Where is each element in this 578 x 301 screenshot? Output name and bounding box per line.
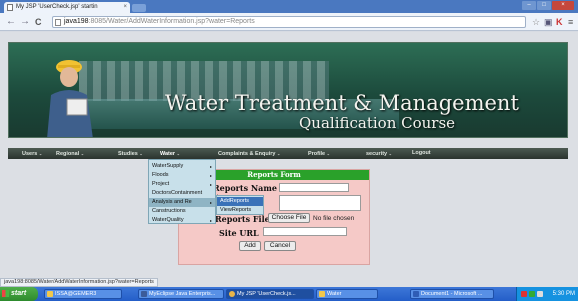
menu-icon[interactable]: ≡ (568, 16, 573, 28)
taskbar-item[interactable]: ISSA@GEMER3 (44, 289, 122, 299)
add-button[interactable]: Add (239, 241, 261, 251)
page-icon (7, 4, 13, 11)
maximize-button[interactable]: □ (537, 1, 551, 10)
menu-item-doctorscontainment[interactable]: DoctorsContainment (149, 189, 215, 198)
menu-users[interactable]: Users ⌄ (22, 148, 42, 159)
network-icon[interactable] (537, 291, 543, 297)
minimize-button[interactable]: – (522, 1, 536, 10)
file-status-text: No file chosen (313, 215, 355, 222)
forward-button[interactable]: → (20, 16, 30, 28)
menu-item-floods[interactable]: Floods ▸ (149, 171, 215, 180)
browser-tab-bar: My JSP 'UserCheck.jsp' startin × – □ × (0, 0, 578, 13)
page-content: Water Treatment & Management Qualificati… (0, 32, 578, 287)
word-icon (413, 291, 419, 297)
engineer-image (47, 60, 93, 137)
taskbar-item-active[interactable]: My JSP 'UserCheck.js... (226, 289, 314, 299)
new-tab-button[interactable] (132, 4, 146, 12)
menu-water[interactable]: Water ⌄ (160, 148, 180, 159)
eclipse-icon (141, 291, 147, 297)
cancel-button[interactable]: Cancel (264, 241, 296, 251)
submenu-item-addreports[interactable]: AddReports (217, 197, 263, 206)
water-dropdown-menu: WaterSupply ▸ Floods ▸ Project ▸ DoctorsCon… (148, 159, 216, 224)
chrome-icon (229, 291, 235, 297)
menu-logout[interactable]: Logout (412, 148, 431, 159)
windows-taskbar: start ISSA@GEMER3 MyEclipse Java Enterpr… (0, 287, 578, 301)
reports-name-input[interactable] (279, 183, 349, 192)
reports-name-label: Reports Name : (213, 183, 283, 193)
extension-icon[interactable]: ▣ (544, 16, 553, 28)
browser-toolbar: ← → C java198:8085/Water/AddWaterInforma… (0, 13, 578, 31)
banner-title: Water Treatment & Management (165, 91, 519, 115)
taskbar-item[interactable]: Document1 - Microsoft ... (410, 289, 494, 299)
page-info-icon (55, 19, 61, 26)
taskbar-item[interactable]: MyEclipse Java Enterpris... (138, 289, 224, 299)
reload-button[interactable]: C (35, 16, 42, 28)
tab-close-icon[interactable]: × (123, 2, 127, 13)
system-tray: 5:30 PM (516, 287, 578, 301)
menu-item-project[interactable]: Project ▸ (149, 180, 215, 189)
submenu-item-viewreports[interactable]: ViewReports (217, 206, 263, 215)
url-host: java198 (64, 18, 89, 25)
menu-item-constructions[interactable]: Canstructions (149, 207, 215, 216)
tray-icon[interactable] (529, 291, 535, 297)
status-bar: java198:8085/Water/AddWaterInformation.j… (0, 278, 158, 287)
comments-textarea[interactable] (279, 195, 361, 211)
bookmark-star-icon[interactable]: ☆ (532, 16, 540, 28)
url-path: :8085/Water/AddWaterInformation.jsp?wate… (88, 18, 255, 25)
window-controls: – □ × (522, 1, 574, 11)
menu-studies[interactable]: Studies ⌄ (118, 148, 143, 159)
choose-file-button[interactable]: Choose File (268, 213, 310, 223)
network-folder-icon (47, 291, 53, 297)
browser-tab[interactable]: My JSP 'UserCheck.jsp' startin × (4, 2, 130, 13)
extension-k-icon[interactable]: K (556, 16, 563, 28)
taskbar-item[interactable]: Water (316, 289, 378, 299)
menu-item-watersupply[interactable]: WaterSupply ▸ (149, 162, 215, 171)
back-button[interactable]: ← (6, 16, 16, 28)
site-url-input[interactable] (263, 227, 347, 236)
site-url-label: Site URL (219, 228, 259, 238)
menu-security[interactable]: security ⌄ (366, 148, 392, 159)
main-menu: Users ⌄ Regional ⌄ Studies ⌄ Water ⌄ Com… (8, 148, 568, 159)
folder-icon (319, 291, 325, 297)
menu-complaints-enquiry[interactable]: Complaints & Enquiry ⌄ (218, 148, 280, 159)
banner-subtitle: Qualification Course (299, 114, 456, 132)
reports-file-label: Reports File (215, 214, 270, 224)
reports-submenu: AddReports ViewReports (216, 195, 264, 215)
clock[interactable]: 5:30 PM (553, 291, 575, 297)
site-banner: Water Treatment & Management Qualificati… (8, 42, 568, 138)
address-bar[interactable]: java198:8085/Water/AddWaterInformation.j… (52, 16, 526, 28)
menu-item-analysis-reports[interactable]: Analysis and Re ▸ (149, 198, 215, 207)
windows-logo-icon (2, 290, 9, 297)
menu-regional[interactable]: Regional ⌄ (56, 148, 84, 159)
menu-item-waterquality[interactable]: WaterQuality ▸ (149, 216, 215, 225)
menu-profile[interactable]: Profile ⌄ (308, 148, 330, 159)
tab-title: My JSP 'UserCheck.jsp' startin (16, 4, 98, 10)
start-button[interactable]: start (0, 287, 38, 301)
close-window-button[interactable]: × (552, 1, 574, 10)
tray-icon[interactable] (521, 291, 527, 297)
